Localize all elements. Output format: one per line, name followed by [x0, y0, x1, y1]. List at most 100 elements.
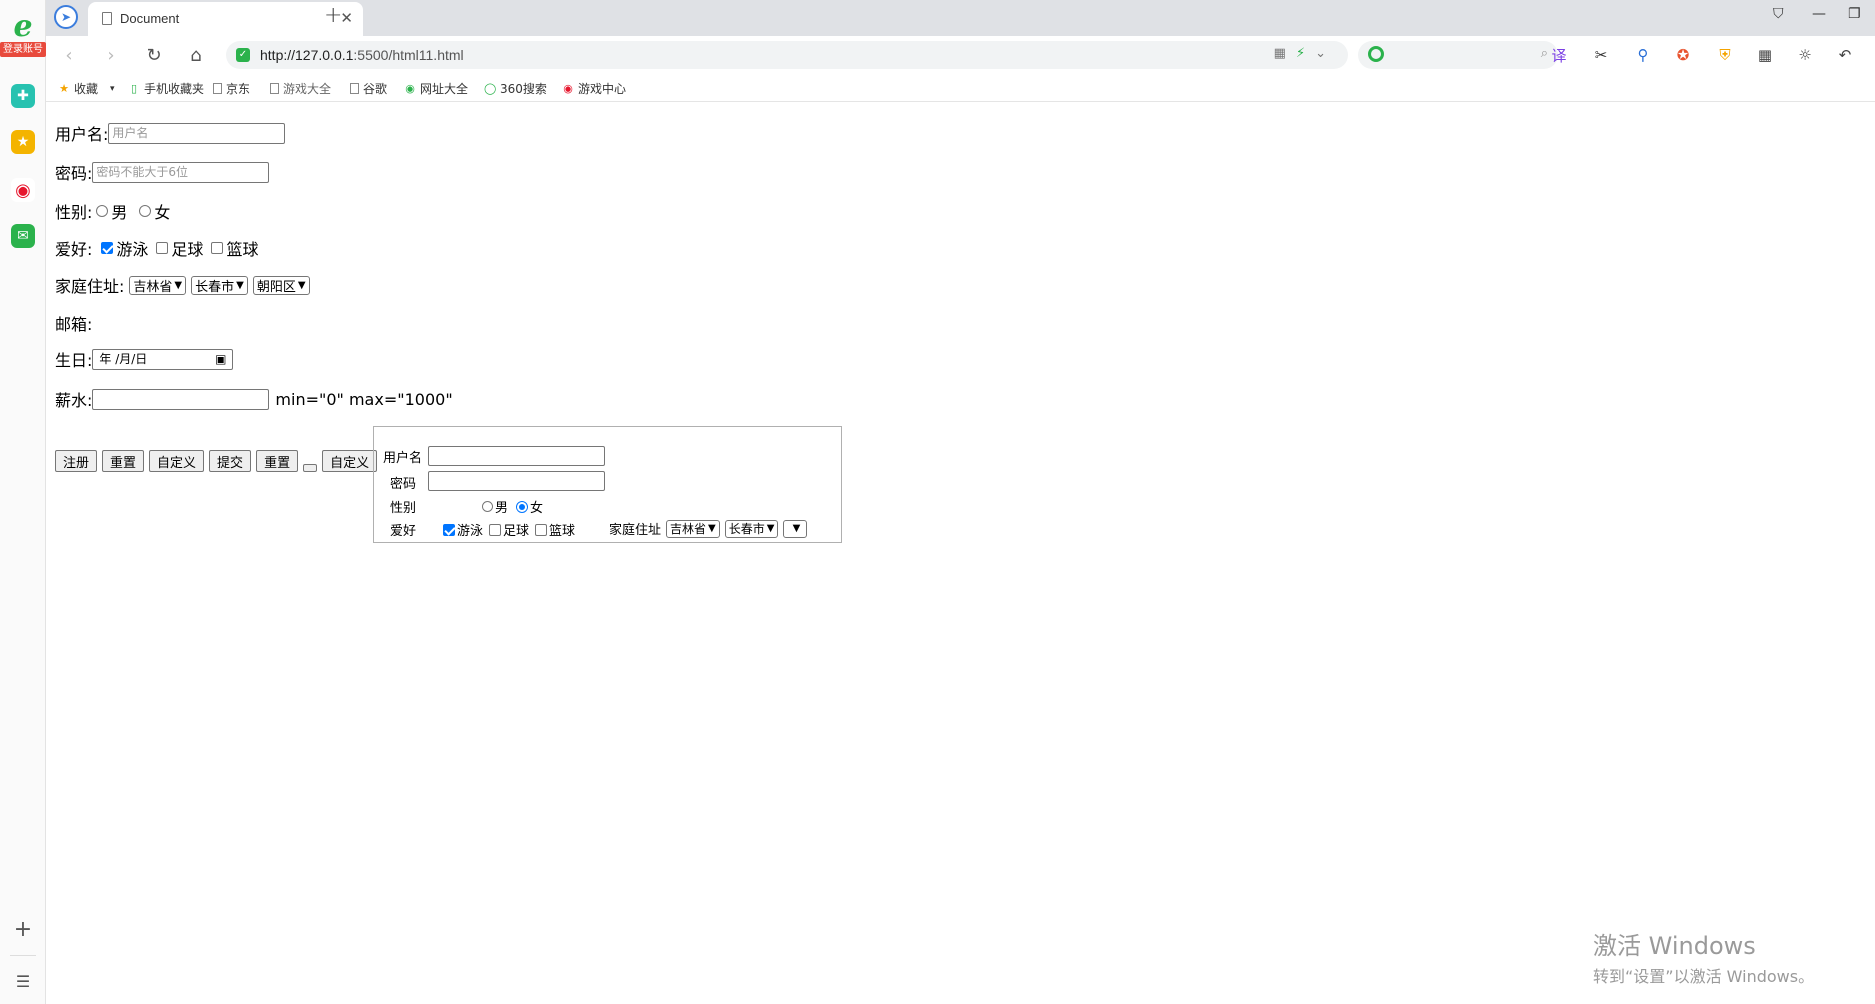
fieldset-hobby-football-checkbox[interactable]	[489, 523, 502, 536]
back-icon[interactable]: ‹	[56, 42, 82, 68]
province-select[interactable]: 吉林省 ▼	[129, 275, 187, 295]
fieldset-hobby-swim-checkbox[interactable]	[443, 523, 455, 536]
shirt-skin-icon[interactable]: ⛉	[1773, 6, 1784, 22]
custom-button[interactable]: 自定义	[149, 450, 205, 472]
bookmark-jd[interactable]: 京东	[213, 80, 250, 97]
new-tab-icon[interactable]: +	[324, 3, 342, 28]
reset-button-2[interactable]: 重置	[256, 450, 299, 472]
birthday-row: 生日: 年 /月/日 ▣	[55, 347, 234, 371]
watermark-title: 激活 Windows	[1593, 932, 1756, 960]
search-box[interactable]: ⌕	[1358, 41, 1558, 69]
bookmark-360-search[interactable]: ◯ 360搜索	[484, 80, 547, 97]
empty-button[interactable]	[303, 464, 318, 472]
weibo-icon[interactable]: ◉	[11, 178, 35, 202]
fieldset-gender-label: 性别	[390, 501, 417, 516]
bookmark-favorites[interactable]: ★ 收藏 ▾	[58, 80, 114, 97]
submit-button[interactable]: 提交	[209, 450, 252, 472]
sidebar-menu-icon[interactable]: ☰	[11, 970, 35, 994]
address-row: 家庭住址: 吉林省 ▼ 长春市 ▼ 朝阳区 ▼	[55, 273, 315, 297]
phone-icon: ▯	[130, 81, 138, 95]
windows-activation-watermark: 激活 Windows 转到“设置”以激活 Windows。	[1593, 926, 1814, 987]
mail-icon[interactable]: ✉	[11, 224, 35, 248]
fieldset-hobby-group: 游泳 足球 篮球	[443, 520, 575, 539]
login-account-badge[interactable]: 登录账号	[0, 42, 46, 57]
browser-sidebar: e 登录账号 ✚ ★ ◉ ✉ + ☰	[0, 0, 46, 1004]
fieldset-gender-group: 男 女	[482, 497, 543, 516]
url-text[interactable]: http://127.0.0.1:5500/html11.html	[260, 47, 464, 63]
shield-guard-icon[interactable]: ⛨	[1714, 44, 1736, 66]
hobby-basketball-label: 篮球	[226, 240, 259, 259]
fieldset-gender-male-radio[interactable]	[482, 501, 493, 512]
gender-female-radio[interactable]	[139, 205, 152, 217]
game-controller-icon[interactable]: ✪	[1672, 44, 1694, 66]
bookmark-url-directory[interactable]: ◉ 网址大全	[404, 80, 468, 97]
hobby-label: 爱好:	[55, 240, 93, 259]
city-select[interactable]: 长春市 ▼	[191, 275, 248, 295]
fieldset-hobby-label: 爱好	[390, 524, 417, 539]
password-label: 密码:	[55, 164, 93, 183]
favorites-star-icon[interactable]: ★	[11, 130, 35, 154]
browser-toolbar: ‹ › ↻ ⌂ ✓ http://127.0.0.1:5500/html11.h…	[46, 36, 1875, 74]
district-select[interactable]: 朝阳区 ▼	[252, 275, 310, 295]
chevron-down-icon: ▼	[766, 523, 775, 534]
fieldset-city-select[interactable]: 长春市 ▼	[724, 519, 779, 538]
birthday-date-input[interactable]: 年 /月/日 ▣	[92, 348, 234, 370]
navigation-compass-icon[interactable]: ➤	[54, 5, 78, 29]
fieldset-username-input[interactable]	[428, 446, 605, 466]
add-sidebar-app-icon[interactable]: +	[11, 918, 35, 942]
add-cross-icon[interactable]: ✚	[11, 84, 35, 108]
magnifier-icon[interactable]: ⚲	[1632, 44, 1654, 66]
gender-male-radio[interactable]	[96, 205, 109, 217]
password-input[interactable]: 密码不能大于6位	[92, 161, 270, 183]
bookmark-google[interactable]: 谷歌	[350, 80, 387, 97]
salary-number-input[interactable]	[92, 388, 270, 410]
reset-button[interactable]: 重置	[102, 450, 145, 472]
refresh-icon[interactable]: ↻	[141, 42, 167, 68]
tab-strip: ➤ Document ✕ + ⛉ — ❐	[46, 0, 1875, 36]
hobby-swim-checkbox[interactable]	[101, 242, 114, 254]
username-input[interactable]: 用户名	[108, 122, 286, 144]
fieldset-gender-female-radio[interactable]	[516, 500, 529, 513]
address-bar-tools-icon[interactable]: ▦⚡⌄	[1274, 46, 1336, 61]
fieldset-province-select[interactable]: 吉林省 ▼	[666, 519, 720, 538]
address-bar[interactable]: ✓ http://127.0.0.1:5500/html11.html ▦⚡⌄	[226, 41, 1348, 69]
hobby-basketball-checkbox[interactable]	[211, 242, 224, 254]
home-icon[interactable]: ⌂	[183, 42, 209, 68]
email-row: 邮箱:	[55, 311, 92, 335]
calendar-icon[interactable]: ▣	[215, 352, 226, 367]
fieldset-password-label: 密码	[390, 477, 417, 492]
bookmark-game-list[interactable]: 游戏大全	[270, 80, 331, 97]
hobby-row: 爱好: 游泳 足球 篮球	[55, 236, 258, 260]
gender-male-label: 男	[111, 203, 128, 222]
custom-button-2[interactable]: 自定义	[322, 450, 378, 472]
bookmark-mobile-favorites[interactable]: ▯ 手机收藏夹	[128, 80, 204, 97]
password-row: 密码: 密码不能大于6位	[55, 160, 270, 184]
gender-label: 性别:	[55, 203, 93, 222]
restore-icon[interactable]: ❐	[1848, 6, 1861, 22]
undo-icon[interactable]: ↶	[1834, 44, 1856, 66]
fieldset-hobby-football-label: 足球	[503, 524, 530, 539]
salary-range-note: min="0" max="1000"	[275, 389, 453, 409]
fieldset-hobby-basketball-checkbox[interactable]	[535, 523, 548, 536]
game-center-icon: ◉	[563, 81, 573, 95]
grid-apps-icon[interactable]: ▦	[1754, 44, 1776, 66]
search-icon[interactable]: ⌕	[1541, 46, 1548, 61]
minimize-icon[interactable]: —	[1812, 6, 1826, 22]
tab-document[interactable]: Document ✕	[88, 2, 363, 36]
register-button[interactable]: 注册	[55, 450, 98, 472]
forward-icon[interactable]: ›	[98, 42, 124, 68]
page-icon	[350, 83, 359, 94]
username-label: 用户名:	[55, 125, 109, 144]
bookmark-game-center[interactable]: ◉ 游戏中心	[562, 80, 626, 97]
fieldset-password-input[interactable]	[428, 471, 605, 491]
registration-fieldset: 用户名 密码 性别 男 女 爱好 游泳 足球 篮球 家庭住址 吉林省 ▼ 长春市 ▼…	[373, 426, 842, 543]
fieldset-gender-male-label: 男	[495, 501, 509, 516]
brightness-icon[interactable]: ☼	[1794, 44, 1816, 66]
hobby-football-checkbox[interactable]	[156, 242, 169, 254]
translate-icon[interactable]: 译	[1548, 44, 1570, 66]
gender-female-label: 女	[154, 203, 171, 222]
page-icon	[213, 83, 222, 94]
fieldset-district-select[interactable]: ▼	[783, 519, 808, 538]
screenshot-scissors-icon[interactable]: ✂	[1590, 44, 1612, 66]
search-360-icon: ◯	[484, 81, 497, 95]
